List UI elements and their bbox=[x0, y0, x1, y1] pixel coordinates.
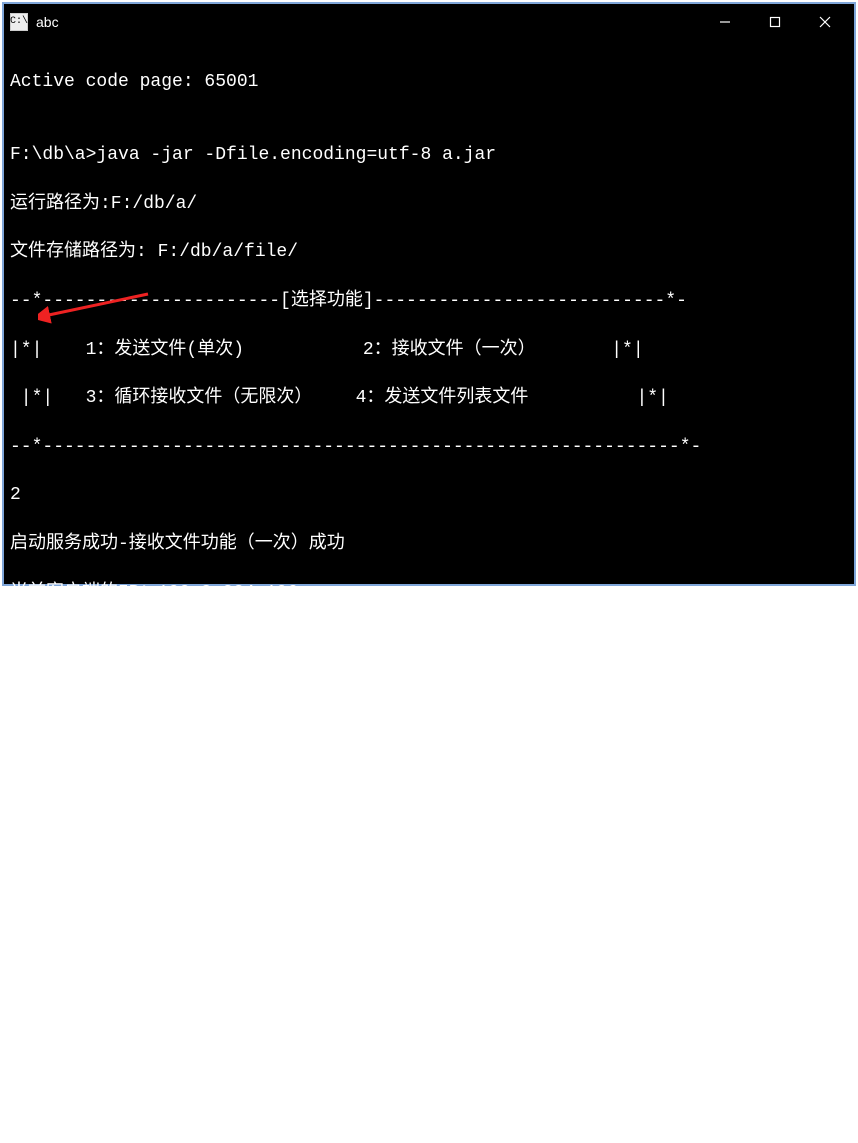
cmd-icon: C:\ bbox=[10, 13, 28, 31]
run-path-line: 运行路径为:F:/db/a/ bbox=[10, 192, 850, 216]
client-ip-line: 当前客户端的IP：100.2.224.196 bbox=[10, 581, 850, 605]
maximize-button[interactable] bbox=[750, 4, 800, 40]
terminal-body[interactable]: Active code page: 65001 F:\db\a>java -ja… bbox=[4, 40, 854, 1143]
menu2-bottom: --*-------------------------------------… bbox=[10, 775, 850, 799]
close-button[interactable] bbox=[800, 4, 850, 40]
menu2-row-2: |*| 3：循环接收文件（无限次） 4：发送文件列表文件 |*| bbox=[10, 726, 850, 750]
menu-bottom: --*-------------------------------------… bbox=[10, 435, 850, 459]
maximize-icon bbox=[769, 16, 781, 28]
size-line: 文件大小：199.33(KB) bbox=[10, 921, 850, 945]
minimize-icon bbox=[719, 16, 731, 28]
success-line: 启动服务成功-接收文件功能（一次）成功 bbox=[10, 532, 850, 556]
menu2-top: --*----------------------[选择功能]---------… bbox=[10, 629, 850, 653]
window-title: abc bbox=[36, 14, 59, 30]
codepage-line: Active code page: 65001 bbox=[10, 70, 850, 94]
close-icon bbox=[819, 16, 831, 28]
titlebar: C:\ abc bbox=[4, 4, 854, 40]
store-path-line: 文件存储路径为: F:/db/a/file/ bbox=[10, 240, 850, 264]
cursor-line bbox=[10, 1018, 850, 1042]
terminal-window: C:\ abc Active code page: 65001 F:\db\a>… bbox=[2, 2, 856, 586]
file-progress-line: 文件名：a.pdf 进度条: -------------------->[100… bbox=[10, 824, 850, 848]
cursor bbox=[10, 1031, 20, 1034]
minimize-button[interactable] bbox=[700, 4, 750, 40]
user-input: 2 bbox=[10, 483, 850, 507]
menu-row-1: |*| 1：发送文件(单次) 2：接收文件（一次） |*| bbox=[10, 338, 850, 362]
menu-row-2: |*| 3：循环接收文件（无限次） 4：发送文件列表文件 |*| bbox=[10, 386, 850, 410]
menu-top: --*----------------------[选择功能]---------… bbox=[10, 289, 850, 313]
menu2-row-1: |*| 1：发送文件(单次) 2：接收文件（一次） |*| bbox=[10, 678, 850, 702]
prompt-line: F:\db\a>java -jar -Dfile.encoding=utf-8 … bbox=[10, 143, 850, 167]
time-line: 用时:0秒 bbox=[10, 969, 850, 993]
recv-line: 实际接收：204112.0 bbox=[10, 872, 850, 896]
